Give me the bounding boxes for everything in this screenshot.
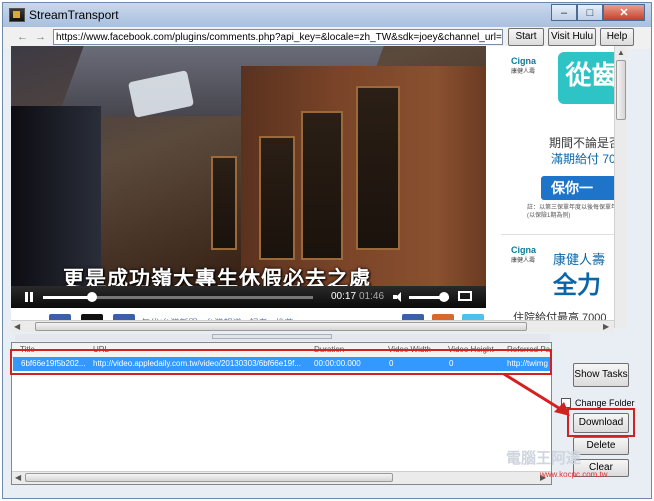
cigna-subtitle-2: 康健人壽 <box>511 258 536 264</box>
show-tasks-button[interactable]: Show Tasks <box>573 363 629 387</box>
list-scroll-left-icon[interactable]: ◀ <box>15 473 21 482</box>
cigna-subtitle: 康健人壽 <box>511 69 536 75</box>
maximize-button[interactable]: □ <box>577 4 603 21</box>
change-folder-label: Change Folder <box>575 398 635 408</box>
splitter-grip[interactable] <box>212 334 332 339</box>
ad-banner-1[interactable]: Cigna 康健人壽 從齒 期間不論是否E 滿期給付 70 保你一 註：以第三保… <box>501 46 625 236</box>
embedded-browser[interactable]: 更是成功嶺大專生休假必去之處 00:17 01:46 年代/台灣新聞 · 台灣報… <box>11 46 625 328</box>
help-button[interactable]: Help <box>600 28 634 46</box>
video-controls: 00:17 01:46 <box>11 286 486 308</box>
close-button[interactable]: ✕ <box>603 4 645 21</box>
volume-icon[interactable] <box>393 292 403 302</box>
horizontal-scroll-thumb[interactable] <box>35 322 527 331</box>
annotation-arrow <box>503 372 570 416</box>
window-controls: – □ ✕ <box>551 4 645 22</box>
browser-horizontal-scrollbar[interactable]: ◀ ▶ <box>11 320 614 332</box>
app-icon <box>9 8 25 22</box>
pane-splitter[interactable] <box>15 334 550 341</box>
video-board-1 <box>259 136 295 260</box>
ad-banner-2[interactable]: Cigna 康健人壽 康健人壽 全力 住院給付最高 7000 <box>501 234 625 328</box>
pause-icon[interactable] <box>25 292 33 302</box>
watermark-url: www.kocpc.com.tw <box>540 470 608 479</box>
ad-note: 註：以第三保單年度以後每保單年度 (以保險1期為例) <box>527 205 624 219</box>
cigna-logo-2: Cigna <box>511 245 537 255</box>
ad2-big-text: 全力 <box>553 272 601 299</box>
url-input[interactable]: https://www.facebook.com/plugins/comment… <box>53 29 503 45</box>
minimize-button[interactable]: – <box>551 4 577 21</box>
start-button[interactable]: Start <box>508 28 544 46</box>
scroll-left-icon[interactable]: ◀ <box>14 322 20 331</box>
browser-vertical-scrollbar[interactable]: ▲ <box>614 46 627 328</box>
cigna-logo: Cigna <box>511 56 537 66</box>
vertical-scroll-thumb[interactable] <box>616 60 626 120</box>
seek-bar[interactable] <box>43 296 313 299</box>
back-button[interactable]: ← <box>17 31 28 43</box>
visit-hulu-button[interactable]: Visit Hulu <box>548 28 596 46</box>
video-player[interactable]: 更是成功嶺大專生休假必去之處 00:17 01:46 <box>11 46 486 308</box>
volume-handle[interactable] <box>439 292 449 302</box>
scroll-right-icon[interactable]: ▶ <box>603 322 609 331</box>
current-time: 00:17 <box>331 291 357 302</box>
forward-button[interactable]: → <box>35 31 46 43</box>
fullscreen-icon[interactable] <box>458 291 472 301</box>
ad-cta-button[interactable]: 保你一 <box>541 176 625 200</box>
title-bar: StreamTransport – □ ✕ <box>3 3 651 27</box>
video-board-4 <box>211 156 237 250</box>
delete-button[interactable]: Delete <box>573 437 629 455</box>
scroll-up-icon[interactable]: ▲ <box>617 48 625 57</box>
window-title: StreamTransport <box>29 8 119 22</box>
list-scroll-thumb[interactable] <box>25 473 393 482</box>
total-time: 01:46 <box>359 291 385 302</box>
watermark-text: 電腦王阿達 <box>506 450 582 467</box>
seek-progress <box>43 296 92 299</box>
list-horizontal-scrollbar[interactable]: ◀ ▶ <box>12 471 551 484</box>
highlight-box-row <box>10 349 552 375</box>
video-board-3 <box>356 86 400 250</box>
video-board-2 <box>301 111 343 260</box>
seek-handle[interactable] <box>86 292 97 302</box>
ad-line2: 滿期給付 70 <box>551 152 616 166</box>
